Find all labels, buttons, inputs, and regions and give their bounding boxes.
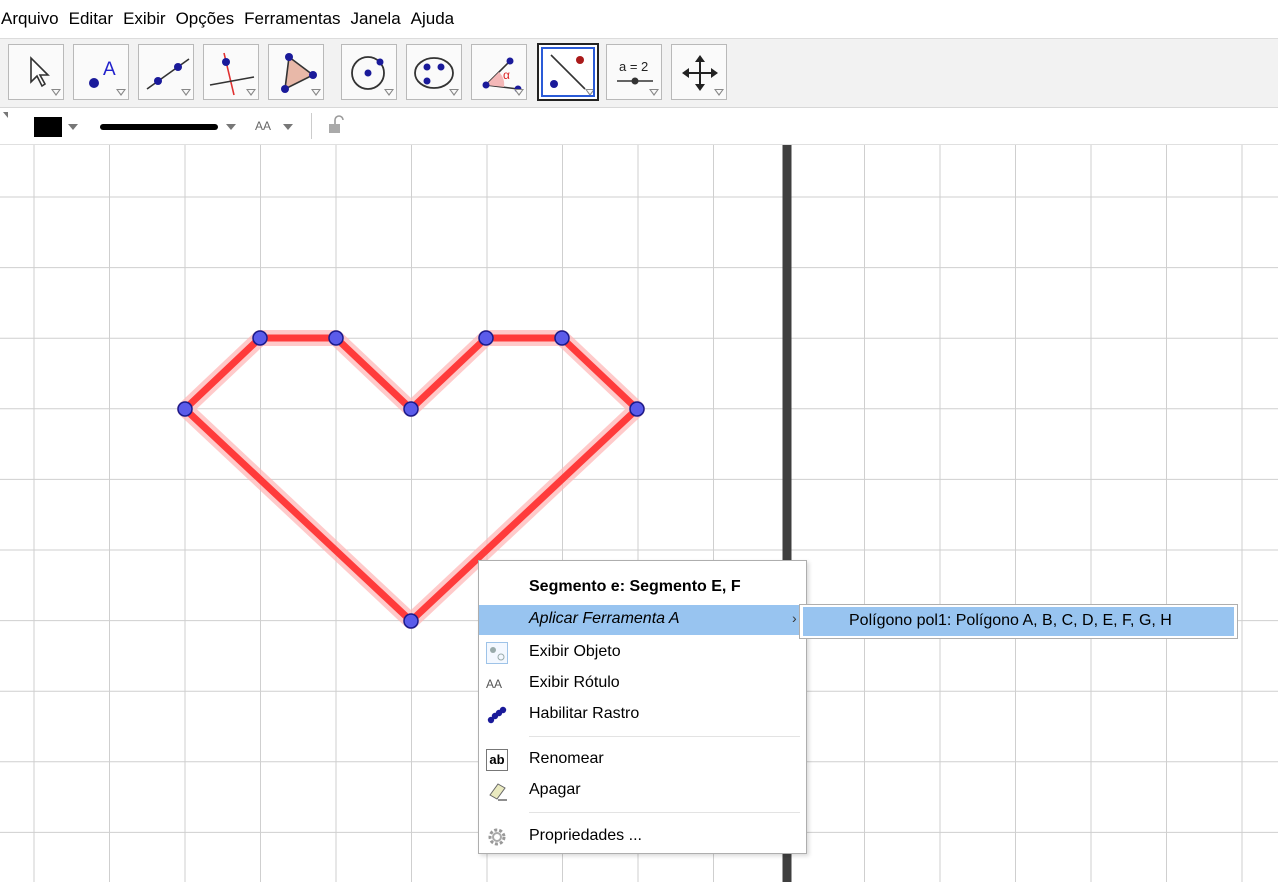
- menu-arquivo[interactable]: Arquivo: [0, 9, 63, 29]
- tool-dropdown-icon: [514, 89, 524, 96]
- stylebar-divider: [311, 113, 312, 139]
- text-size-dropdown-icon[interactable]: [283, 124, 293, 130]
- trace-icon: [487, 706, 507, 724]
- reflect-tool-button[interactable]: [537, 43, 599, 101]
- context-menu: Segmento e: Segmento E, F Aplicar Ferram…: [478, 560, 807, 854]
- menu-ferramentas[interactable]: Ferramentas: [240, 9, 344, 29]
- perpendicular-tool-button[interactable]: [203, 44, 259, 100]
- point-e[interactable]: [478, 330, 494, 346]
- tool-dropdown-icon: [714, 89, 724, 96]
- menu-separator: [529, 736, 800, 737]
- move-tool-button[interactable]: [8, 44, 64, 100]
- menu-separator: [529, 812, 800, 813]
- menu-item-label: Exibir Objeto: [529, 643, 621, 660]
- line-style-dropdown-icon[interactable]: [226, 124, 236, 130]
- menu-item-label: Apagar: [529, 781, 581, 798]
- point-f[interactable]: [554, 330, 570, 346]
- lock-icon[interactable]: [326, 114, 346, 136]
- line-style-button[interactable]: [100, 124, 218, 130]
- menu-item-enable-trace[interactable]: Habilitar Rastro: [479, 700, 806, 730]
- menu-item-label: Renomear: [529, 750, 604, 767]
- ellipse-tool-button[interactable]: [406, 44, 462, 100]
- slider-tool-button[interactable]: a = 2: [606, 44, 662, 100]
- submenu-arrow-icon: ›: [792, 610, 797, 626]
- menu-editar[interactable]: Editar: [65, 9, 117, 29]
- tool-dropdown-icon: [384, 89, 394, 96]
- tool-dropdown-icon: [649, 89, 659, 96]
- show-label-icon: AA: [486, 677, 503, 691]
- show-object-icon: [486, 642, 508, 664]
- angle-tool-label: α: [503, 68, 510, 82]
- gear-icon: [488, 828, 506, 846]
- point-c[interactable]: [328, 330, 344, 346]
- point-g[interactable]: [629, 401, 645, 417]
- menu-janela[interactable]: Janela: [347, 9, 405, 29]
- point-d[interactable]: [403, 401, 419, 417]
- slider-tool-label: a = 2: [619, 59, 648, 74]
- menu-ajuda[interactable]: Ajuda: [407, 9, 458, 29]
- tool-dropdown-icon: [311, 89, 321, 96]
- menu-item-label: Aplicar Ferramenta A: [529, 610, 680, 627]
- point-h[interactable]: [403, 613, 419, 629]
- point-tool-button[interactable]: A: [73, 44, 129, 100]
- tool-dropdown-icon: [116, 89, 126, 96]
- menu-item-label: Exibir Rótulo: [529, 674, 620, 691]
- context-menu-title: Segmento e: Segmento E, F: [479, 573, 806, 603]
- color-swatch-button[interactable]: [34, 117, 62, 137]
- context-menu-title-label: Segmento e: Segmento E, F: [529, 578, 741, 595]
- menu-exibir[interactable]: Exibir: [119, 9, 170, 29]
- polygon-tool-button[interactable]: [268, 44, 324, 100]
- menu-item-properties[interactable]: Propriedades ...: [479, 822, 806, 852]
- menu-opcoes[interactable]: Opções: [172, 9, 239, 29]
- menu-bar: Arquivo Editar Exibir Opções Ferramentas…: [0, 0, 1278, 39]
- circle-tool-button[interactable]: [341, 44, 397, 100]
- menu-item-show-object[interactable]: Exibir Objeto: [479, 638, 806, 668]
- menu-item-label: Propriedades ...: [529, 827, 642, 844]
- submenu: Polígono pol1: Polígono A, B, C, D, E, F…: [799, 604, 1238, 639]
- submenu-item-label: Polígono pol1: Polígono A, B, C, D, E, F…: [849, 612, 1172, 629]
- point-b[interactable]: [252, 330, 268, 346]
- rename-icon: ab: [486, 749, 508, 771]
- toolbar: A α a = 2: [0, 39, 1278, 108]
- menu-item-delete[interactable]: Apagar: [479, 776, 806, 806]
- style-bar: AA: [0, 108, 1278, 145]
- menu-item-rename[interactable]: ab Renomear: [479, 745, 806, 775]
- text-size-button[interactable]: AA: [255, 119, 271, 133]
- menu-item-apply-tool[interactable]: Aplicar Ferramenta A ›: [479, 605, 806, 635]
- point-a[interactable]: [177, 401, 193, 417]
- menu-item-show-label[interactable]: AA Exibir Rótulo: [479, 669, 806, 699]
- stylebar-collapse-icon[interactable]: [3, 112, 8, 118]
- color-dropdown-icon[interactable]: [68, 124, 78, 130]
- point-tool-label: A: [103, 59, 116, 80]
- angle-tool-button[interactable]: α: [471, 44, 527, 100]
- reflect-tool-icon: [550, 54, 586, 90]
- tool-dropdown-icon: [51, 89, 61, 96]
- tool-dropdown-icon: [246, 89, 256, 96]
- tool-dropdown-icon: [181, 89, 191, 96]
- menu-item-label: Habilitar Rastro: [529, 705, 640, 722]
- tool-dropdown-icon: [585, 89, 595, 96]
- eraser-icon: [489, 783, 507, 801]
- tool-dropdown-icon: [449, 89, 459, 96]
- move-graphics-tool-button[interactable]: [671, 44, 727, 100]
- line-tool-button[interactable]: [138, 44, 194, 100]
